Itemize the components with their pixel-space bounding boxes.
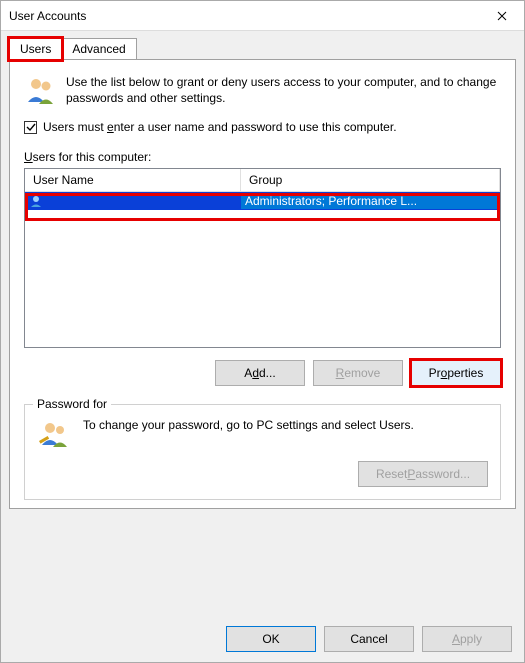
user-accounts-dialog: User Accounts Users Advanced Use the lis…: [0, 0, 525, 663]
password-group-label: Password for: [33, 397, 111, 411]
cancel-button[interactable]: Cancel: [324, 626, 414, 652]
add-button[interactable]: Add...: [215, 360, 305, 386]
users-icon: [24, 74, 56, 106]
dialog-buttons: OK Cancel Apply: [226, 626, 512, 652]
tab-strip: Users Advanced: [1, 31, 524, 59]
password-group: Password for To change your password, go…: [24, 404, 501, 500]
tab-users[interactable]: Users: [9, 38, 62, 60]
titlebar: User Accounts: [1, 1, 524, 31]
close-icon: [497, 11, 507, 21]
cell-username: [25, 193, 241, 209]
require-login-row[interactable]: Users must enter a user name and passwor…: [24, 120, 501, 134]
window-title: User Accounts: [9, 9, 479, 23]
col-header-group[interactable]: Group: [241, 169, 500, 191]
users-list[interactable]: User Name Group Administrators; Performa…: [24, 168, 501, 348]
require-login-label: Users must enter a user name and passwor…: [43, 120, 397, 134]
check-icon: [26, 122, 36, 132]
users-list-label: Users for this computer:: [24, 150, 501, 164]
password-group-text: To change your password, go to PC settin…: [83, 417, 414, 433]
cell-group: Administrators; Performance L...: [241, 193, 500, 209]
intro-text: Use the list below to grant or deny user…: [66, 74, 501, 106]
tab-panel: Use the list below to grant or deny user…: [9, 59, 516, 509]
ok-button[interactable]: OK: [226, 626, 316, 652]
list-buttons: Add... Remove Properties: [24, 360, 501, 386]
close-button[interactable]: [479, 1, 524, 31]
list-header: User Name Group: [25, 169, 500, 192]
list-row[interactable]: Administrators; Performance L...: [25, 192, 500, 210]
remove-button: Remove: [313, 360, 403, 386]
col-header-username[interactable]: User Name: [25, 169, 241, 191]
properties-button[interactable]: Properties: [411, 360, 501, 386]
reset-password-button: Reset Password...: [358, 461, 488, 487]
require-login-checkbox[interactable]: [24, 121, 37, 134]
tab-advanced[interactable]: Advanced: [61, 38, 136, 60]
key-users-icon: [37, 417, 71, 451]
apply-button: Apply: [422, 626, 512, 652]
user-icon: [29, 194, 43, 208]
intro-row: Use the list below to grant or deny user…: [24, 74, 501, 106]
